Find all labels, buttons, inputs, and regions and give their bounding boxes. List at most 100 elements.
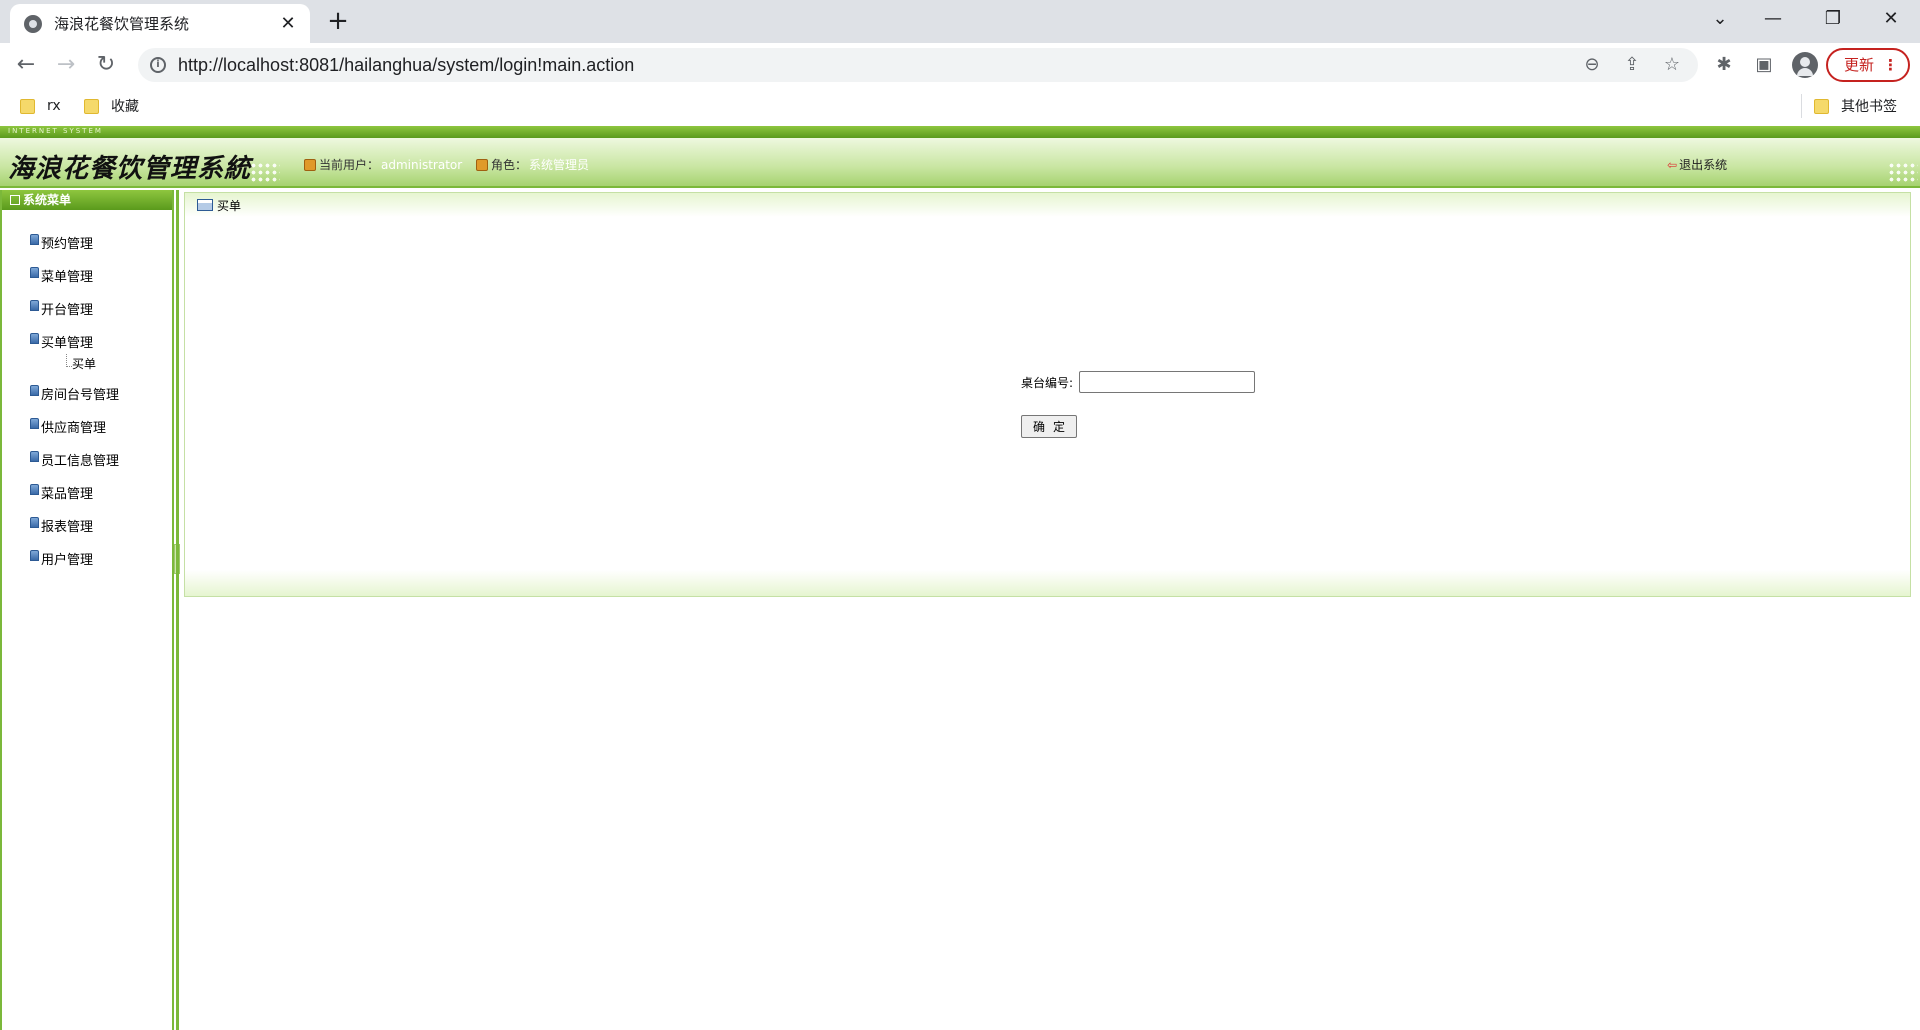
user-lock-icon <box>304 158 316 171</box>
bookmark-rx[interactable]: rx <box>20 96 61 116</box>
bookmark-separator <box>1801 94 1802 118</box>
sidebar-title-label: 系统菜单 <box>23 193 72 207</box>
minimize-button[interactable]: — <box>1753 4 1793 34</box>
sidebar-item-label: 用户管理 <box>41 553 94 568</box>
lock-icon <box>30 550 39 561</box>
sidebar-subitem-checkout[interactable]: 买单 <box>30 352 172 377</box>
sidebar-item-menu[interactable]: 菜单管理 <box>30 259 172 292</box>
browser-tabstrip: 海浪花餐饮管理系统 ✕ + ⌄ — ❐ ✕ <box>0 0 1920 43</box>
main-panel-header: 买单 <box>185 193 1910 217</box>
logout-link[interactable]: ⇦ 退出系统 <box>1667 156 1727 173</box>
bookmark-label: rx <box>47 98 61 114</box>
sidebar-item-rooms[interactable]: 房间台号管理 <box>30 377 172 410</box>
app-top-bar: INTERNET SYSTEM <box>0 126 1920 138</box>
sidebar-item-dishes[interactable]: 菜品管理 <box>30 476 172 509</box>
url-text[interactable]: http://localhost:8081/hailanghua/system/… <box>178 55 634 76</box>
tab-close-button[interactable]: ✕ <box>278 13 298 34</box>
dot-pattern-decoration <box>250 162 280 184</box>
back-icon[interactable]: ← <box>10 49 42 81</box>
sidebar-item-label: 开台管理 <box>41 303 94 318</box>
sidebar-title: 系统菜单 <box>2 190 172 210</box>
bookmark-favorites[interactable]: 收藏 <box>84 96 139 116</box>
close-window-button[interactable]: ✕ <box>1871 4 1911 34</box>
dot-pattern-decoration <box>1888 162 1918 184</box>
role-value: 系统管理员 <box>529 158 590 172</box>
lock-icon <box>30 484 39 495</box>
sidebar-item-label: 房间台号管理 <box>41 388 120 403</box>
side-panel-icon[interactable]: ▣ <box>1752 53 1776 77</box>
lock-icon <box>30 234 39 245</box>
folder-icon <box>20 98 35 114</box>
globe-icon <box>24 14 42 33</box>
main-panel-title: 买单 <box>217 198 242 213</box>
table-number-label: 桌台编号: <box>1021 375 1074 390</box>
edit-icon <box>10 195 20 205</box>
update-label: 更新 <box>1844 56 1875 74</box>
content-left-border <box>176 190 179 1030</box>
logout-label: 退出系统 <box>1679 158 1728 172</box>
sidebar-item-reports[interactable]: 报表管理 <box>30 509 172 542</box>
app-logo: 海浪花餐饮管理系統 <box>8 154 252 184</box>
new-tab-button[interactable]: + <box>324 8 352 36</box>
reload-icon[interactable]: ↻ <box>90 49 122 81</box>
sidebar-item-reservation[interactable]: 预约管理 <box>30 226 172 259</box>
window-icon <box>197 199 213 211</box>
app-header: 海浪花餐饮管理系統 当前用户： administrator 角色： 系统管理员 … <box>0 138 1920 188</box>
other-bookmarks[interactable]: 其他书签 <box>1814 96 1897 116</box>
lock-icon <box>30 333 39 344</box>
bookmarks-bar: rx 收藏 其他书签 <box>0 86 1920 126</box>
extensions-icon[interactable]: ✱ <box>1712 53 1736 77</box>
lock-icon <box>30 300 39 311</box>
restore-button[interactable]: ❐ <box>1813 4 1853 34</box>
bookmark-label: 收藏 <box>111 99 139 115</box>
sidebar-item-label: 菜单管理 <box>41 270 94 285</box>
sidebar-item-label: 报表管理 <box>41 520 94 535</box>
sidebar-item-label: 买单管理 <box>41 336 94 351</box>
current-user: 当前用户： administrator <box>304 156 462 173</box>
sidebar-item-staff[interactable]: 员工信息管理 <box>30 443 172 476</box>
current-user-value: administrator <box>381 157 463 172</box>
update-button[interactable]: 更新 ⋮ <box>1826 48 1910 82</box>
bookmark-star-icon[interactable]: ☆ <box>1660 53 1684 77</box>
logout-arrow-icon: ⇦ <box>1667 157 1678 172</box>
tab-title: 海浪花餐饮管理系统 <box>54 15 190 33</box>
profile-avatar[interactable] <box>1792 52 1818 78</box>
lock-icon <box>30 451 39 462</box>
sidebar-item-open-table[interactable]: 开台管理 <box>30 292 172 325</box>
app-top-label: INTERNET SYSTEM <box>8 127 103 135</box>
sidebar: 系统菜单 预约管理 菜单管理 开台管理 买单管理 买单 房间台号管理 供应商管理… <box>0 190 174 1030</box>
lock-icon <box>30 418 39 429</box>
app-page: INTERNET SYSTEM 海浪花餐饮管理系統 当前用户： administ… <box>0 126 1920 1030</box>
sidebar-menu: 预约管理 菜单管理 开台管理 买单管理 买单 房间台号管理 供应商管理 员工信息… <box>2 210 172 575</box>
sidebar-item-label: 菜品管理 <box>41 487 94 502</box>
lock-icon <box>30 385 39 396</box>
sidebar-item-label: 供应商管理 <box>41 421 107 436</box>
main-panel-footer <box>185 570 1910 596</box>
tab-search-icon[interactable]: ⌄ <box>1700 4 1740 34</box>
share-icon[interactable]: ⇪ <box>1620 53 1644 77</box>
current-role: 角色： 系统管理员 <box>476 156 589 173</box>
lock-icon <box>30 517 39 528</box>
site-info-icon[interactable]: i <box>150 57 166 73</box>
sidebar-item-label: 员工信息管理 <box>41 454 120 469</box>
forward-icon[interactable]: → <box>50 49 82 81</box>
table-number-input[interactable] <box>1079 371 1256 393</box>
folder-icon <box>1814 98 1829 114</box>
sidebar-item-suppliers[interactable]: 供应商管理 <box>30 410 172 443</box>
lock-icon <box>30 267 39 278</box>
table-number-row: 桌台编号: <box>1021 371 1256 393</box>
main-panel: 买单 桌台编号: 确定 <box>184 192 1911 597</box>
folder-icon <box>84 98 99 114</box>
role-lock-icon <box>476 158 488 171</box>
menu-dots-icon: ⋮ <box>1883 56 1898 74</box>
current-user-label: 当前用户： <box>319 158 380 172</box>
browser-toolbar: ← → ↻ i http://localhost:8081/hailanghua… <box>0 43 1920 86</box>
other-bookmarks-label: 其他书签 <box>1841 99 1897 115</box>
address-bar[interactable]: i http://localhost:8081/hailanghua/syste… <box>138 48 1698 82</box>
browser-tab[interactable]: 海浪花餐饮管理系统 ✕ <box>10 4 310 43</box>
sidebar-item-users[interactable]: 用户管理 <box>30 542 172 575</box>
zoom-icon[interactable]: ⊖ <box>1580 53 1604 77</box>
confirm-button[interactable]: 确定 <box>1021 415 1077 438</box>
role-label: 角色： <box>491 158 528 172</box>
sidebar-item-label: 预约管理 <box>41 237 94 252</box>
